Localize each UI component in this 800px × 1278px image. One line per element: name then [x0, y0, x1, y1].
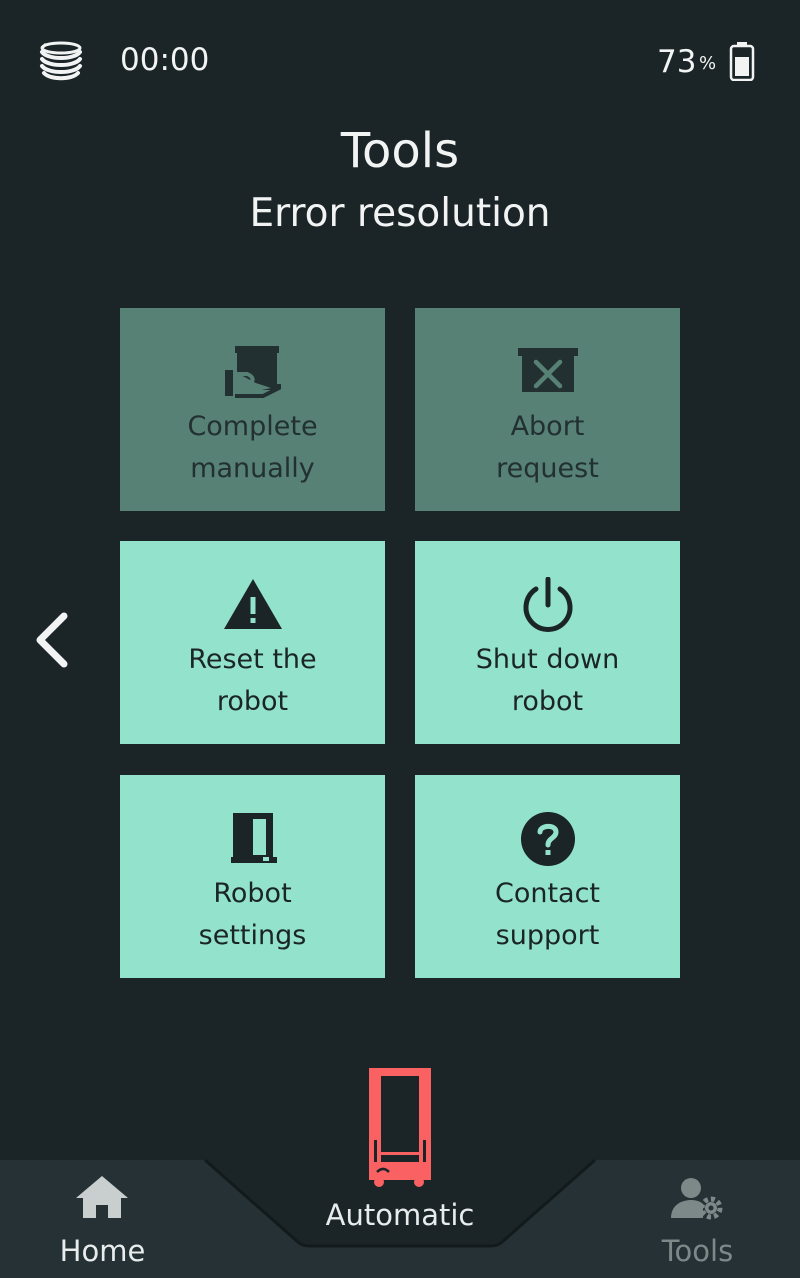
robot-status-automatic[interactable]: Automatic — [300, 1060, 500, 1245]
tile-label: Complete manually — [187, 411, 318, 484]
power-icon — [523, 577, 572, 632]
question-circle-icon — [520, 812, 575, 866]
nav-tools-label: Tools — [661, 1234, 734, 1268]
tile-label: Abort request — [496, 411, 599, 484]
page-title: Tools — [340, 123, 460, 179]
shut-down-robot-button[interactable]: Shut down robot — [415, 541, 680, 744]
abort-request-button[interactable]: Abort request — [415, 308, 680, 511]
reset-robot-button[interactable]: Reset the robot — [120, 541, 385, 744]
stacked-layers-logo — [40, 41, 82, 81]
nav-home[interactable]: Home — [30, 1170, 175, 1278]
robot-frame-icon — [230, 813, 277, 863]
status-bar: 00:00 73 % — [0, 0, 800, 120]
nav-tools[interactable]: Tools — [625, 1170, 770, 1278]
robot-icon — [369, 1068, 431, 1187]
contact-support-button[interactable]: Contact support — [415, 775, 680, 978]
warning-icon — [223, 579, 282, 629]
tile-label: Contact support — [494, 878, 601, 951]
hand-holding-box-icon — [224, 346, 281, 398]
page-subtitle: Error resolution — [249, 191, 551, 236]
battery-unit: % — [699, 53, 717, 74]
tile-label: Robot settings — [198, 878, 307, 951]
tile-label: Shut down robot — [475, 644, 620, 717]
box-cross-icon — [517, 348, 578, 392]
home-icon — [76, 1176, 128, 1218]
robot-settings-button[interactable]: Robot settings — [120, 775, 385, 978]
nav-home-label: Home — [59, 1234, 146, 1268]
battery-icon — [729, 42, 755, 81]
tile-label: Reset the robot — [188, 644, 317, 717]
robot-mode-label: Automatic — [325, 1198, 475, 1232]
chevron-left-icon[interactable] — [28, 608, 74, 672]
complete-manually-button[interactable]: Complete manually — [120, 308, 385, 511]
battery-percent: 73 — [657, 44, 697, 80]
user-gear-icon — [671, 1178, 723, 1220]
bottom-nav: Home Automatic Tools — [0, 1060, 800, 1278]
clock-time: 00:00 — [120, 42, 210, 78]
